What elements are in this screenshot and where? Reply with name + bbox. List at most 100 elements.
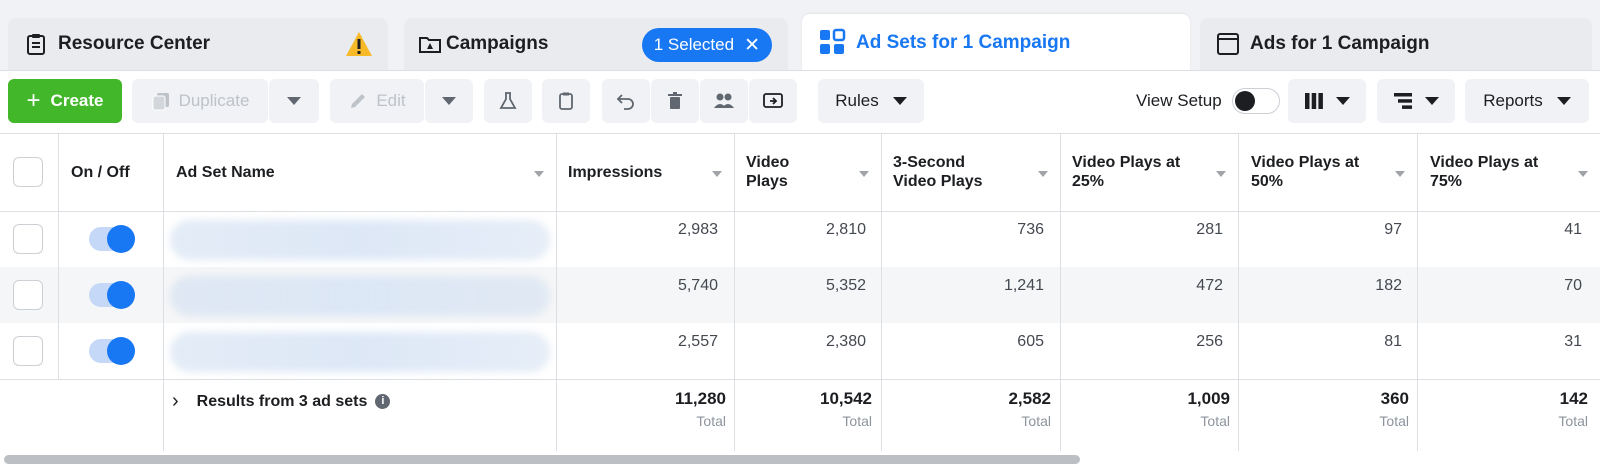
total-label: Total <box>842 413 872 429</box>
column-header-3-second-video-plays[interactable]: 3-Second Video Plays <box>893 133 1060 211</box>
table-row[interactable]: 2,983 2,810 736 281 97 41 <box>0 211 1600 267</box>
horizontal-scrollbar[interactable] <box>4 455 1080 464</box>
breakdown-button[interactable] <box>1377 79 1455 123</box>
tab-campaigns[interactable]: Campaigns 1 Selected ✕ <box>404 18 788 70</box>
column-header-ad-set-name[interactable]: Ad Set Name <box>176 133 556 211</box>
column-header-label: 3-Second Video Plays <box>893 154 983 190</box>
selected-count-label: 1 Selected <box>653 35 735 54</box>
row-checkbox[interactable] <box>13 224 43 254</box>
sort-icon[interactable] <box>1578 171 1588 177</box>
video-plays-value: 5,352 <box>825 277 866 294</box>
undo-button[interactable] <box>602 79 650 123</box>
chevron-down-icon <box>442 97 456 105</box>
info-icon[interactable]: i <box>375 394 391 409</box>
status-toggle[interactable] <box>89 225 135 253</box>
three-second-plays-value: 1,241 <box>1003 277 1044 294</box>
trash-icon <box>668 92 682 109</box>
columns-icon <box>1305 93 1323 109</box>
total-impressions: 11,280 <box>674 389 726 408</box>
tab-ads-label: Ads for 1 Campaign <box>1250 33 1430 54</box>
results-label: Results from 3 ad sets <box>196 392 368 410</box>
plays-75-value: 31 <box>1564 333 1582 350</box>
columns-button[interactable] <box>1288 79 1366 123</box>
total-label: Total <box>1021 413 1051 429</box>
total-video-plays: 10,542 <box>820 389 872 408</box>
sort-icon[interactable] <box>1216 171 1226 177</box>
warning-icon[interactable] <box>344 30 374 58</box>
sort-icon[interactable] <box>712 171 722 177</box>
total-plays-25: 1,009 <box>1187 389 1230 408</box>
column-header-impressions[interactable]: Impressions <box>568 133 734 211</box>
delete-button[interactable] <box>651 79 699 123</box>
duplicate-button[interactable]: Duplicate <box>132 79 268 123</box>
video-plays-value: 2,810 <box>825 221 866 238</box>
export-button[interactable] <box>749 79 797 123</box>
total-three-second-plays: 2,582 <box>1008 389 1051 408</box>
ad-window-icon <box>1217 33 1239 55</box>
total-plays-50: 360 <box>1380 389 1409 408</box>
redacted-ad-set-name[interactable] <box>170 332 550 372</box>
plays-50-value: 97 <box>1384 221 1402 238</box>
tab-resource-center[interactable]: Resource Center <box>8 18 388 70</box>
edit-dropdown-button[interactable] <box>425 79 473 123</box>
view-setup-toggle[interactable] <box>1232 88 1280 114</box>
plays-75-value: 41 <box>1564 221 1582 238</box>
paste-button[interactable] <box>542 79 590 123</box>
toolbar: + Create Duplicate Edit Rules View Setup… <box>0 79 1600 123</box>
edit-button[interactable]: Edit <box>330 79 424 123</box>
tab-ad-sets[interactable]: Ad Sets for 1 Campaign <box>802 14 1190 70</box>
duplicate-icon <box>152 93 169 111</box>
column-header-label: On / Off <box>71 163 130 181</box>
plays-50-value: 182 <box>1375 277 1402 294</box>
redacted-ad-set-name[interactable] <box>170 276 550 316</box>
row-checkbox[interactable] <box>13 336 43 366</box>
grid-icon <box>820 28 846 54</box>
select-all-checkbox[interactable] <box>13 157 43 187</box>
reports-button[interactable]: Reports <box>1465 79 1589 123</box>
row-checkbox[interactable] <box>13 280 43 310</box>
sort-icon[interactable] <box>859 171 869 177</box>
status-toggle[interactable] <box>89 337 135 365</box>
reports-label: Reports <box>1483 91 1543 110</box>
chevron-down-icon <box>1425 97 1439 105</box>
clipboard-icon <box>27 34 45 55</box>
rules-button[interactable]: Rules <box>818 79 924 123</box>
tab-resource-center-label: Resource Center <box>58 33 211 54</box>
create-label: Create <box>50 91 104 110</box>
plays-50-value: 81 <box>1384 333 1402 350</box>
chevron-down-icon <box>1336 97 1350 105</box>
total-label: Total <box>1379 413 1409 429</box>
column-header-video-plays[interactable]: Video Plays <box>746 133 881 211</box>
selected-count-pill[interactable]: 1 Selected ✕ <box>641 28 772 62</box>
folder-icon <box>419 37 441 53</box>
sort-icon[interactable] <box>1395 171 1405 177</box>
impressions-value: 2,983 <box>677 221 718 238</box>
video-plays-value: 2,380 <box>825 333 866 350</box>
results-summary[interactable]: › Results from 3 ad sets i <box>172 390 391 413</box>
sort-icon[interactable] <box>534 171 544 177</box>
column-header-video-plays-50[interactable]: Video Plays at 50% <box>1251 133 1417 211</box>
edit-label: Edit <box>376 91 406 110</box>
flask-icon <box>499 92 517 109</box>
clear-selection-icon[interactable]: ✕ <box>744 34 760 57</box>
ad-sets-table: On / Off Ad Set Name Impressions Video Pl… <box>0 133 1600 451</box>
ab-test-button[interactable] <box>484 79 532 123</box>
table-row[interactable]: 2,557 2,380 605 256 81 31 <box>0 323 1600 379</box>
table-row[interactable]: 5,740 5,352 1,241 472 182 70 <box>0 267 1600 323</box>
tab-bar: Resource Center Campaigns 1 Selected ✕ A… <box>0 0 1600 70</box>
duplicate-dropdown-button[interactable] <box>269 79 319 123</box>
chevron-right-icon[interactable]: › <box>172 390 179 413</box>
column-header-on-off[interactable]: On / Off <box>71 133 163 211</box>
column-header-video-plays-25[interactable]: Video Plays at 25% <box>1072 133 1238 211</box>
tab-ads[interactable]: Ads for 1 Campaign <box>1200 18 1592 70</box>
sort-icon[interactable] <box>1038 171 1048 177</box>
audience-button[interactable] <box>700 79 748 123</box>
redacted-ad-set-name[interactable] <box>170 220 550 260</box>
create-button[interactable]: + Create <box>8 79 122 123</box>
chevron-down-icon <box>892 97 907 105</box>
column-header-video-plays-75[interactable]: Video Plays at 75% <box>1430 133 1600 211</box>
total-label: Total <box>696 413 726 429</box>
impressions-value: 2,557 <box>677 333 718 350</box>
status-toggle[interactable] <box>89 281 135 309</box>
tab-ad-sets-label: Ad Sets for 1 Campaign <box>856 32 1071 53</box>
